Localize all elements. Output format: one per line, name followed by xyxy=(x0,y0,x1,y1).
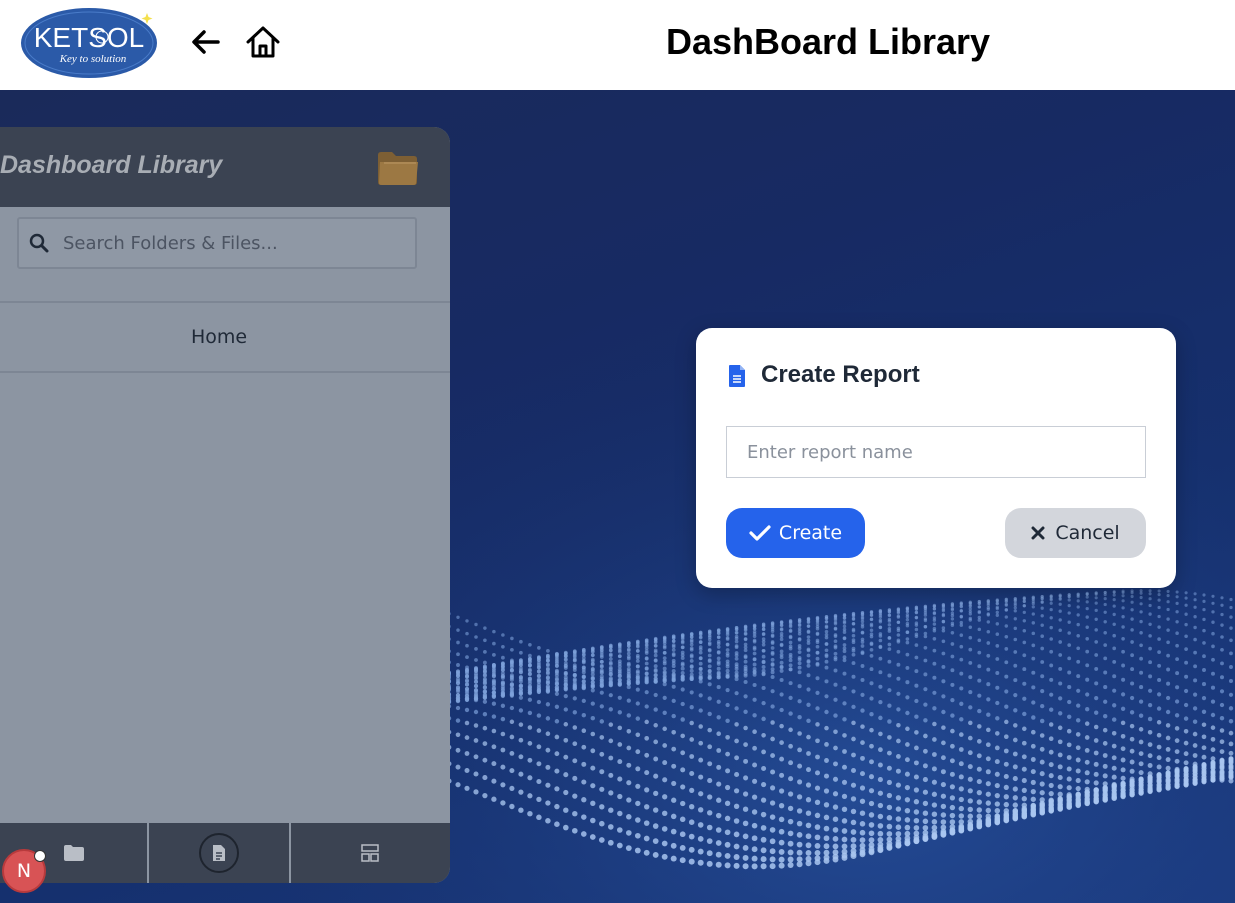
cancel-button-label: Cancel xyxy=(1055,522,1120,544)
tab-layouts[interactable] xyxy=(291,823,450,883)
create-button[interactable]: Create xyxy=(726,508,865,558)
folder-icon xyxy=(63,845,84,861)
close-icon xyxy=(1031,526,1045,540)
svg-text:Key to solution: Key to solution xyxy=(59,53,127,65)
create-button-label: Create xyxy=(778,522,843,544)
svg-text:KETSOL: KETSOL xyxy=(34,22,144,53)
ketsol-logo: KETSOL Key to solution xyxy=(20,7,158,78)
check-icon xyxy=(749,525,771,541)
page-title: DashBoard Library xyxy=(665,21,991,62)
document-icon xyxy=(199,833,240,873)
create-report-dialog: Create Report Create Cancel xyxy=(696,328,1176,588)
dialog-title: Create Report xyxy=(761,361,920,388)
arrow-left-icon xyxy=(192,30,220,54)
status-dot xyxy=(34,850,46,862)
report-name-input[interactable] xyxy=(726,426,1146,478)
tab-reports[interactable] xyxy=(149,823,291,883)
folder-icon[interactable] xyxy=(376,149,420,187)
home-nav-item[interactable]: Home xyxy=(0,301,450,373)
library-title: Dashboard Library xyxy=(0,151,223,179)
home-button[interactable] xyxy=(244,24,282,60)
cancel-button[interactable]: Cancel xyxy=(1005,508,1146,558)
top-header: KETSOL Key to solution DashBoard Library xyxy=(0,0,1235,90)
avatar-initial: N xyxy=(16,860,32,882)
library-header: Dashboard Library xyxy=(0,127,450,207)
document-icon xyxy=(729,365,745,387)
search-icon xyxy=(29,233,49,253)
search-input[interactable] xyxy=(61,231,395,255)
layout-icon xyxy=(361,844,380,862)
library-panel: Dashboard Library Home xyxy=(0,127,450,883)
home-icon xyxy=(246,26,280,58)
back-button[interactable] xyxy=(188,26,222,58)
home-nav-label: Home xyxy=(190,326,248,348)
library-footer-tabs xyxy=(0,823,450,883)
search-field[interactable] xyxy=(17,217,417,269)
